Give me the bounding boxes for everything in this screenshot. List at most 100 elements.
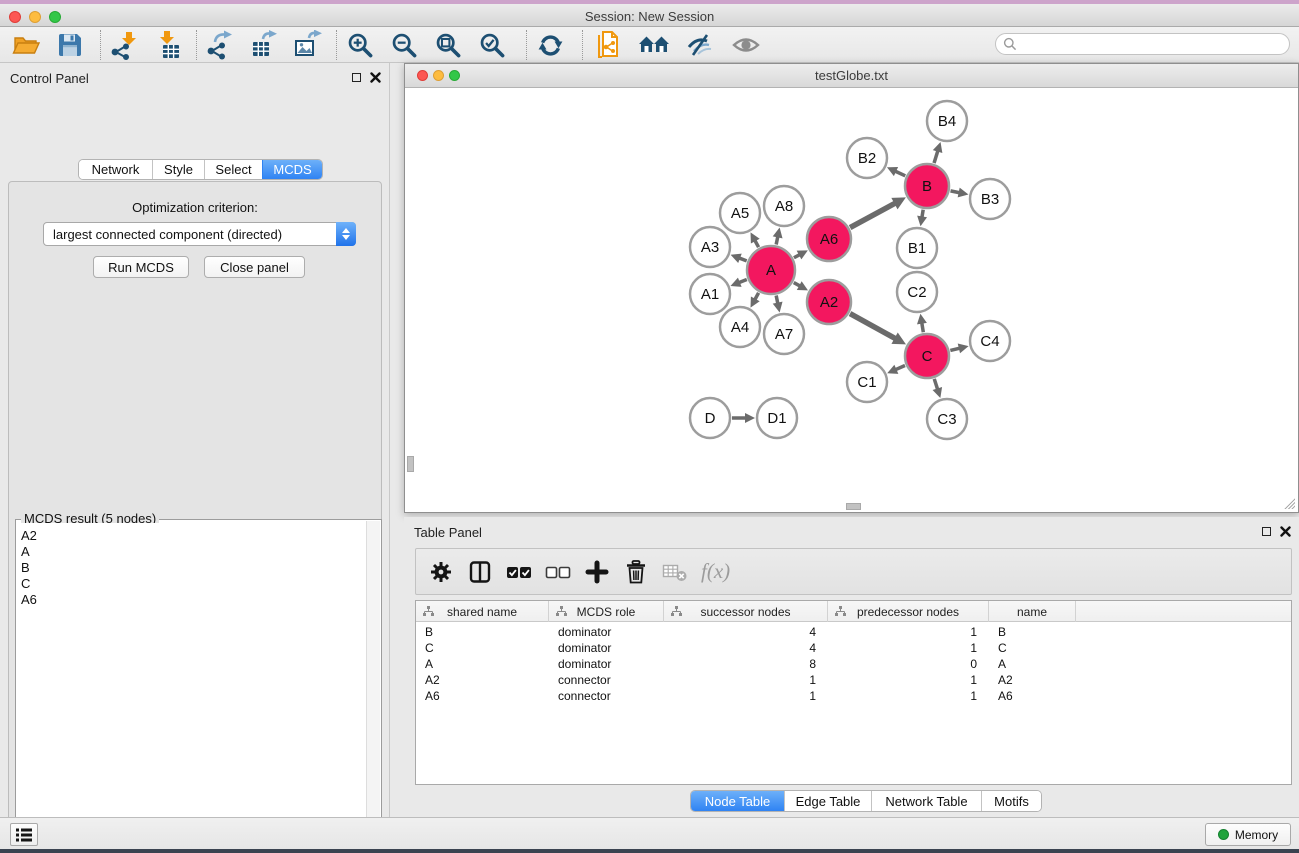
graph-edge-A-A8[interactable]	[776, 236, 778, 244]
graph-edge-B-B2[interactable]	[895, 171, 905, 176]
mcds-result-item[interactable]: C	[17, 576, 366, 592]
graph-edge-B-B3[interactable]	[951, 191, 960, 193]
table-cell[interactable]: 4	[664, 640, 816, 656]
column-header-successor-nodes[interactable]: successor nodes	[664, 601, 828, 622]
task-history-button[interactable]	[10, 823, 38, 846]
column-header-name[interactable]: name	[989, 601, 1076, 622]
table-cell[interactable]: A2	[998, 672, 1076, 688]
table-cell[interactable]: 1	[828, 688, 977, 704]
table-cell[interactable]: 1	[664, 688, 816, 704]
mcds-result-item[interactable]: A	[17, 544, 366, 560]
graph-edge-A2-C[interactable]	[850, 314, 895, 339]
export-table-button[interactable]	[246, 29, 282, 61]
mcds-list-scrollbar[interactable]	[366, 521, 380, 853]
import-network-button[interactable]	[106, 29, 142, 61]
tab-motifs[interactable]: Motifs	[981, 791, 1041, 811]
tab-node-table[interactable]: Node Table	[691, 791, 784, 811]
graph-edge-B-B4[interactable]	[934, 151, 938, 163]
table-cell[interactable]: 1	[828, 640, 977, 656]
table-row-A6[interactable]: A6connector11A6	[416, 688, 1291, 704]
table-cell[interactable]: 1	[664, 672, 816, 688]
zoom-selected-button[interactable]	[474, 29, 510, 61]
mcds-result-item[interactable]: A2	[17, 528, 366, 544]
tab-style[interactable]: Style	[152, 160, 204, 179]
mcds-result-list[interactable]: A2ABCA6	[17, 523, 366, 853]
mcds-result-item[interactable]: B	[17, 560, 366, 576]
table-cell[interactable]: A	[998, 656, 1076, 672]
network-graph[interactable]: AA1A2A3A4A5A6A7A8BB1B2B3B4CC1C2C3C4DD1	[406, 89, 1299, 513]
graph-edge-B-B1[interactable]	[922, 210, 923, 218]
resize-grip-icon[interactable]	[1282, 496, 1295, 509]
table-row-C[interactable]: Cdominator41C	[416, 640, 1291, 656]
close-panel-button[interactable]: Close panel	[204, 256, 305, 278]
graph-edge-A-A1[interactable]	[739, 280, 747, 283]
zoom-out-button[interactable]	[386, 29, 422, 61]
canvas-horizontal-scrollbar[interactable]	[846, 503, 861, 510]
table-cell[interactable]: 1	[828, 624, 977, 640]
canvas-vertical-scrollbar[interactable]	[407, 456, 414, 472]
new-network-from-selection-button[interactable]	[590, 29, 626, 61]
network-canvas[interactable]: AA1A2A3A4A5A6A7A8BB1B2B3B4CC1C2C3C4DD1	[406, 89, 1297, 511]
open-file-button[interactable]	[8, 29, 44, 61]
import-table-button[interactable]	[152, 29, 188, 61]
table-cell[interactable]: A	[425, 656, 549, 672]
table-cell[interactable]: 4	[664, 624, 816, 640]
select-all-button[interactable]	[504, 555, 534, 589]
table-cell[interactable]: dominator	[558, 640, 664, 656]
search-input[interactable]	[1017, 35, 1289, 53]
tab-select[interactable]: Select	[204, 160, 262, 179]
graph-edge-A-A3[interactable]	[739, 258, 747, 261]
first-neighbors-button[interactable]	[636, 29, 672, 61]
unselect-all-button[interactable]	[543, 555, 573, 589]
table-cell[interactable]: A6	[425, 688, 549, 704]
add-column-button[interactable]	[582, 555, 612, 589]
close-panel-icon[interactable]	[1280, 526, 1291, 537]
graph-edge-C-C2[interactable]	[922, 323, 924, 333]
optimization-select[interactable]: largest connected component (directed)	[43, 222, 356, 246]
table-cell[interactable]: B	[998, 624, 1076, 640]
table-cell[interactable]: 8	[664, 656, 816, 672]
table-cell[interactable]: 1	[828, 672, 977, 688]
show-columns-button[interactable]	[465, 555, 495, 589]
function-builder-icon[interactable]: f(x)	[701, 559, 730, 584]
hide-selected-button[interactable]	[682, 29, 718, 61]
graph-edge-A-A6[interactable]	[794, 255, 800, 258]
graph-edge-A6-B[interactable]	[850, 203, 895, 227]
refresh-view-button[interactable]	[532, 29, 568, 61]
table-cell[interactable]: B	[425, 624, 549, 640]
graph-edge-A-A7[interactable]	[776, 295, 778, 303]
table-cell[interactable]: connector	[558, 672, 664, 688]
graph-edge-A-A2[interactable]	[794, 283, 800, 286]
tab-network-table[interactable]: Network Table	[871, 791, 981, 811]
table-row-B[interactable]: Bdominator41B	[416, 624, 1291, 640]
tab-edge-table[interactable]: Edge Table	[784, 791, 871, 811]
table-settings-button[interactable]	[426, 555, 456, 589]
table-cell[interactable]: dominator	[558, 656, 664, 672]
export-image-button[interactable]	[290, 29, 326, 61]
network-window-titlebar[interactable]: testGlobe.txt	[405, 64, 1298, 88]
graph-edge-C-C1[interactable]	[895, 366, 905, 370]
table-cell[interactable]: A6	[998, 688, 1076, 704]
graph-edge-C-C3[interactable]	[934, 379, 937, 390]
zoom-in-button[interactable]	[342, 29, 378, 61]
table-cell[interactable]: A2	[425, 672, 549, 688]
graph-edge-C-C4[interactable]	[950, 348, 959, 350]
mcds-result-item[interactable]: A6	[17, 592, 366, 608]
run-mcds-button[interactable]: Run MCDS	[93, 256, 189, 278]
delete-button[interactable]	[621, 555, 651, 589]
graph-edge-A-A5[interactable]	[755, 240, 759, 247]
save-session-button[interactable]	[52, 29, 88, 61]
export-network-button[interactable]	[202, 29, 238, 61]
tab-network[interactable]: Network	[79, 160, 152, 179]
delete-column-button[interactable]	[660, 555, 690, 589]
graph-edge-A-A4[interactable]	[755, 293, 759, 300]
node-table[interactable]: shared nameMCDS rolesuccessor nodesprede…	[415, 600, 1292, 785]
column-header-shared-name[interactable]: shared name	[416, 601, 549, 622]
column-header-MCDS-role[interactable]: MCDS role	[549, 601, 664, 622]
table-cell[interactable]: C	[425, 640, 549, 656]
table-cell[interactable]: 0	[828, 656, 977, 672]
zoom-fit-button[interactable]	[430, 29, 466, 61]
column-header-predecessor-nodes[interactable]: predecessor nodes	[828, 601, 989, 622]
tab-mcds[interactable]: MCDS	[262, 160, 322, 179]
float-panel-icon[interactable]	[352, 73, 361, 82]
